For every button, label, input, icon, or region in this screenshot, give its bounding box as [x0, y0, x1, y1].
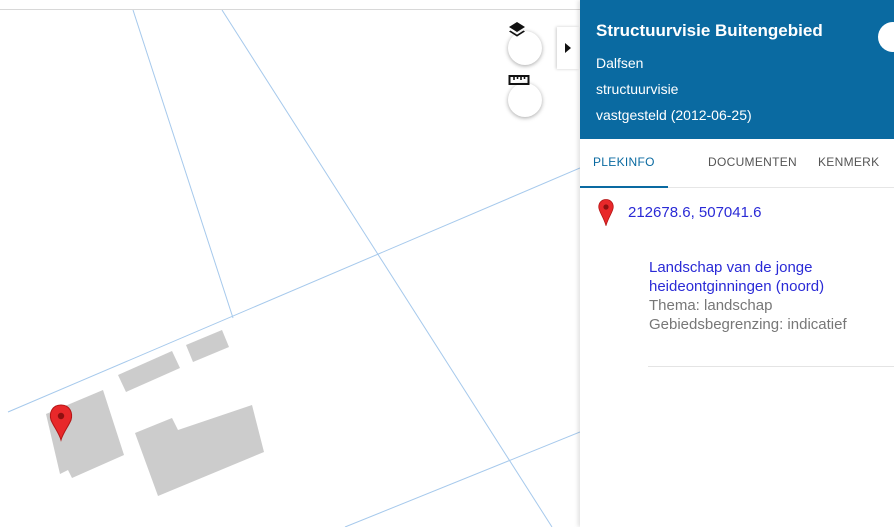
- panel-toggle-button[interactable]: [557, 27, 579, 69]
- panel-tabs: PLEKINFO DOCUMENTEN KENMERK: [580, 139, 894, 188]
- info-panel: Structuurvisie Buitengebied Dalfsen stru…: [580, 0, 894, 527]
- plan-type: structuurvisie: [596, 81, 679, 97]
- plan-title: Structuurvisie Buitengebied: [596, 21, 823, 40]
- feature-name-line-2[interactable]: heideontginningen (noord): [649, 277, 889, 296]
- caret-right-icon: [565, 43, 571, 53]
- parcel-line: [132, 10, 234, 319]
- map-canvas[interactable]: [0, 10, 580, 527]
- building: [46, 390, 124, 478]
- building: [186, 330, 229, 362]
- tab-documenten[interactable]: DOCUMENTEN: [708, 139, 797, 186]
- map-marker-icon: [598, 199, 614, 226]
- panel-header: Structuurvisie Buitengebied Dalfsen stru…: [580, 0, 894, 139]
- tab-kenmerken[interactable]: KENMERK: [818, 139, 879, 186]
- ruler-icon: [508, 75, 530, 85]
- map-drawing: [7, 10, 580, 527]
- building: [118, 351, 180, 392]
- feature-theme: Thema: landschap: [649, 297, 773, 314]
- measure-button[interactable]: [508, 75, 542, 117]
- location-coordinates: 212678.6, 507041.6: [628, 204, 762, 221]
- building: [135, 405, 264, 496]
- plan-status: vastgesteld (2012-06-25): [596, 107, 752, 123]
- feature-info: Landschap van de jonge heideontginningen…: [649, 258, 889, 334]
- feature-name-line-1[interactable]: Landschap van de jonge: [649, 258, 889, 277]
- plan-municipality: Dalfsen: [596, 55, 644, 71]
- parcel-line: [221, 10, 553, 527]
- feature-boundary: Gebiedsbegrenzing: indicatief: [649, 316, 847, 333]
- location-row: 212678.6, 507041.6: [598, 199, 761, 226]
- road-edge-line: [7, 167, 580, 413]
- tab-plekinfo[interactable]: PLEKINFO: [580, 139, 668, 188]
- layers-button[interactable]: [508, 22, 542, 65]
- road-edge-line: [344, 431, 580, 527]
- feature-divider: [648, 366, 894, 367]
- layers-icon: [509, 22, 525, 37]
